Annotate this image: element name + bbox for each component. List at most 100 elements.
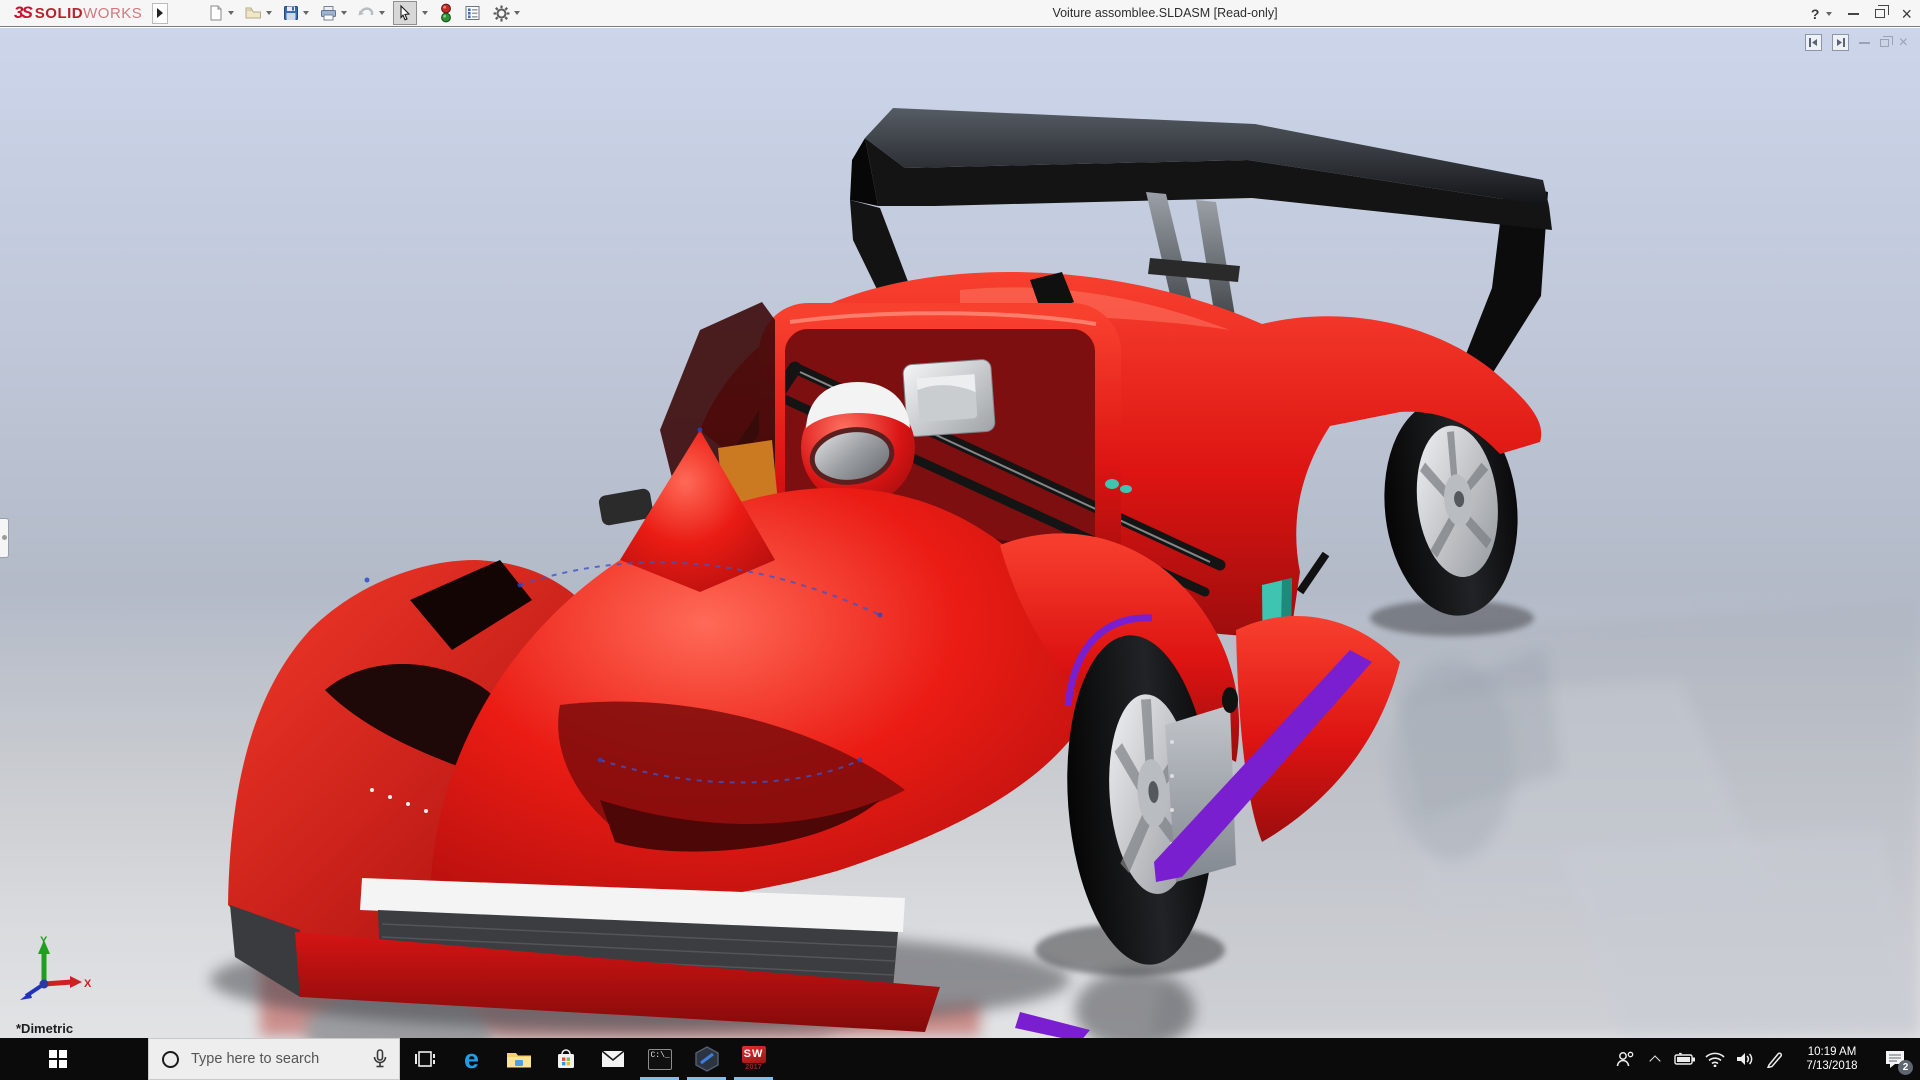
save-button[interactable] xyxy=(280,1,311,25)
store-button[interactable] xyxy=(542,1038,589,1080)
command-prompt-icon: C:\_ xyxy=(647,1048,672,1070)
rebuild-button[interactable] xyxy=(437,1,455,25)
battery-button[interactable] xyxy=(1670,1052,1700,1066)
orientation-triad: Y X xyxy=(20,935,92,1000)
task-view-icon xyxy=(414,1051,435,1067)
document-window-controls: × xyxy=(1804,34,1908,51)
file-explorer-button[interactable] xyxy=(495,1038,542,1080)
select-dropdown-caret[interactable] xyxy=(422,11,429,15)
feature-manager-tab[interactable] xyxy=(0,518,9,558)
people-icon xyxy=(1616,1051,1634,1067)
doc-minimize-button[interactable] xyxy=(1858,41,1870,44)
pen-icon xyxy=(1766,1052,1783,1068)
undo-icon xyxy=(358,7,374,16)
store-icon xyxy=(557,1049,574,1068)
pane-right-icon xyxy=(1836,38,1845,47)
system-tray: 10:19 AM 7/13/2018 2 xyxy=(1610,1038,1920,1080)
wifi-button[interactable] xyxy=(1700,1051,1730,1067)
menu-flyout-button[interactable] xyxy=(152,2,169,24)
quick-access-toolbar xyxy=(202,0,525,27)
open-button[interactable] xyxy=(242,1,274,25)
edge-icon: e xyxy=(463,1043,480,1074)
solidworks-2017-icon: SW 2017 xyxy=(741,1046,767,1072)
hexagon-app-icon xyxy=(694,1046,719,1072)
select-cursor-icon xyxy=(400,4,411,21)
taskbar-apps: e C:\_ SW 2017 xyxy=(401,1038,777,1080)
mail-icon xyxy=(600,1050,625,1067)
ds-logo-icon: 3S xyxy=(14,3,33,22)
clock-time: 10:19 AM xyxy=(1807,1046,1857,1058)
window-title: Voiture assomblee.SLDASM [Read-only] xyxy=(1052,6,1278,20)
windows-taskbar: Type here to search e C:\_ SW 2017 10:19… xyxy=(0,1038,1920,1080)
microphone-icon[interactable] xyxy=(372,1048,388,1070)
rear-view-mirror xyxy=(902,359,996,437)
help-button[interactable]: ? xyxy=(1811,6,1833,22)
file-properties-icon xyxy=(465,6,480,20)
cortana-icon xyxy=(162,1050,179,1068)
save-icon xyxy=(284,6,299,20)
new-document-button[interactable] xyxy=(205,1,236,25)
undo-dropdown-caret[interactable] xyxy=(379,11,386,15)
clock-date: 7/13/2018 xyxy=(1806,1060,1858,1072)
window-controls: ? × xyxy=(1811,0,1912,27)
file-properties-button[interactable] xyxy=(461,1,484,25)
doc-restore-button[interactable] xyxy=(1879,35,1893,47)
task-view-button[interactable] xyxy=(401,1038,448,1080)
pane-right-button[interactable] xyxy=(1831,34,1849,51)
taskbar-clock[interactable]: 10:19 AM 7/13/2018 xyxy=(1796,1045,1868,1073)
y-axis-label: Y xyxy=(40,935,48,947)
new-dropdown-caret[interactable] xyxy=(228,11,235,15)
close-button[interactable]: × xyxy=(1901,5,1912,23)
search-placeholder: Type here to search xyxy=(191,1051,320,1067)
solidworks-logo: 3S SOLID WORKS xyxy=(14,3,142,23)
open-icon xyxy=(245,7,262,19)
wifi-icon xyxy=(1705,1052,1725,1067)
edge-button[interactable]: e xyxy=(448,1038,495,1080)
speaker-icon xyxy=(1737,1053,1753,1065)
flyout-arrow-icon xyxy=(157,8,164,18)
taskbar-search[interactable]: Type here to search xyxy=(148,1038,400,1080)
pane-left-button[interactable] xyxy=(1804,34,1822,51)
rebuild-traffic-light-icon xyxy=(441,3,452,23)
mail-button[interactable] xyxy=(589,1038,636,1080)
doc-close-button[interactable]: × xyxy=(1899,34,1908,50)
people-button[interactable] xyxy=(1610,1050,1640,1068)
hexagon-app-button[interactable] xyxy=(683,1038,730,1080)
undo-button[interactable] xyxy=(355,1,387,25)
options-button[interactable] xyxy=(490,1,522,25)
windows-logo-icon xyxy=(49,1050,67,1068)
command-prompt-button[interactable]: C:\_ xyxy=(636,1038,683,1080)
print-dropdown-caret[interactable] xyxy=(341,11,348,15)
notification-badge: 2 xyxy=(1898,1060,1913,1075)
tray-overflow-button[interactable] xyxy=(1640,1053,1670,1067)
restore-button[interactable] xyxy=(1875,5,1890,18)
start-button[interactable] xyxy=(34,1038,82,1080)
options-gear-icon xyxy=(493,5,510,21)
solidworks-taskbar-button[interactable]: SW 2017 xyxy=(730,1038,777,1080)
view-orientation-label: *Dimetric xyxy=(16,1021,74,1036)
volume-button[interactable] xyxy=(1730,1051,1760,1067)
print-button[interactable] xyxy=(317,1,349,25)
brand-solid: SOLID xyxy=(34,4,84,22)
minimize-button[interactable] xyxy=(1848,12,1860,15)
x-axis-label: X xyxy=(84,978,92,990)
save-dropdown-caret[interactable] xyxy=(303,11,310,15)
vent-slash xyxy=(1296,551,1330,595)
chevron-up-icon xyxy=(1649,1055,1661,1067)
title-bar: 3S SOLID WORKS Voiture assomblee.SLDASM … xyxy=(0,0,1920,27)
y-axis: Y xyxy=(38,935,50,984)
select-button[interactable] xyxy=(393,1,418,25)
help-dropdown-caret[interactable] xyxy=(1826,11,1833,16)
graphics-viewport[interactable]: × Y X *Dimetric xyxy=(0,28,1920,1038)
print-icon xyxy=(321,6,337,21)
race-car-model[interactable] xyxy=(0,28,1920,1038)
action-center-button[interactable]: 2 xyxy=(1874,1038,1916,1080)
x-axis: X xyxy=(43,976,92,990)
help-label: ? xyxy=(1810,5,1820,22)
new-document-icon xyxy=(210,5,222,21)
options-dropdown-caret[interactable] xyxy=(514,11,521,15)
brand-works: WORKS xyxy=(83,4,143,22)
battery-icon xyxy=(1674,1052,1695,1065)
windows-ink-button[interactable] xyxy=(1760,1050,1790,1068)
open-dropdown-caret[interactable] xyxy=(266,11,273,15)
